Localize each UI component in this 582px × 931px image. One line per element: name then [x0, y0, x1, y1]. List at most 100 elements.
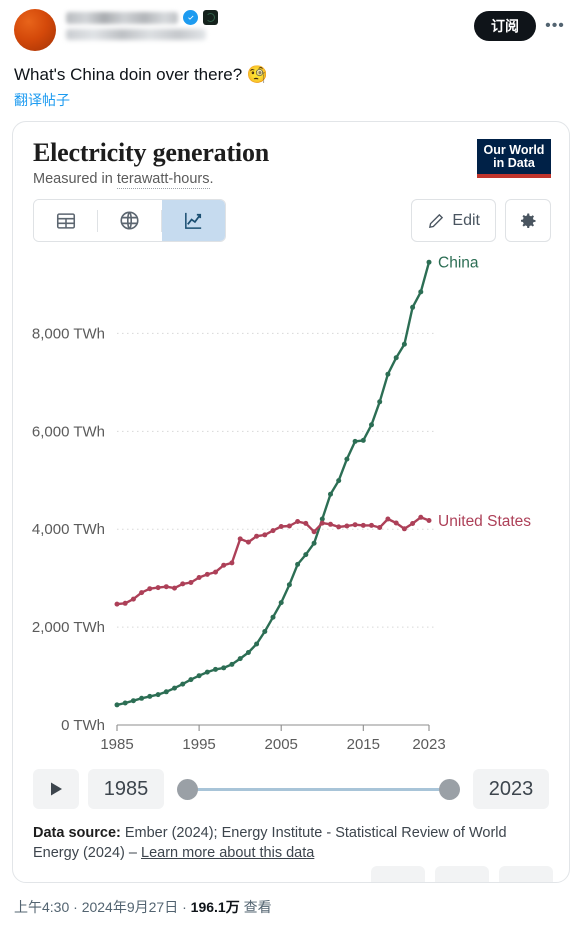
data-point[interactable] — [328, 491, 333, 497]
data-point[interactable] — [147, 586, 153, 592]
data-point[interactable] — [245, 650, 251, 655]
footer-ghost-button[interactable] — [371, 866, 425, 882]
series-label-china[interactable]: China — [438, 255, 479, 272]
data-point[interactable] — [139, 695, 145, 701]
more-options-icon[interactable]: ••• — [542, 13, 568, 39]
data-point[interactable] — [303, 520, 309, 526]
data-point[interactable] — [410, 304, 416, 310]
data-point[interactable] — [229, 661, 235, 667]
data-point[interactable] — [237, 656, 243, 662]
data-point[interactable] — [360, 437, 366, 443]
data-point[interactable] — [155, 585, 161, 591]
data-point[interactable] — [369, 522, 374, 528]
data-point[interactable] — [172, 585, 177, 591]
data-point[interactable] — [204, 669, 210, 675]
data-point[interactable] — [286, 523, 292, 529]
data-point[interactable] — [352, 438, 358, 444]
data-point[interactable] — [155, 692, 161, 698]
tab-chart[interactable] — [162, 200, 225, 241]
slider-handle-end[interactable] — [439, 778, 460, 800]
data-point[interactable] — [410, 521, 416, 526]
data-point[interactable] — [393, 355, 399, 361]
data-point[interactable] — [262, 629, 268, 634]
data-point[interactable] — [270, 614, 276, 620]
data-point[interactable] — [188, 677, 194, 683]
affiliate-badge-icon[interactable] — [203, 10, 218, 25]
translate-post-link[interactable]: 翻译帖子 — [0, 86, 84, 110]
data-point[interactable] — [122, 700, 128, 706]
data-point[interactable] — [245, 539, 251, 545]
data-point[interactable] — [254, 533, 260, 539]
subscribe-button[interactable]: 订阅 — [474, 11, 536, 41]
chart-plot-area[interactable]: 0 TWh 2,000 TWh 4,000 TWh 6,000 TWh 8,000 TW… — [13, 242, 569, 767]
owid-chart-card[interactable]: Electricity generation Measured in teraw… — [12, 121, 570, 883]
data-point[interactable] — [270, 528, 276, 534]
edit-button[interactable]: Edit — [411, 199, 496, 242]
data-point[interactable] — [401, 341, 407, 347]
tab-map[interactable] — [98, 200, 161, 241]
data-point[interactable] — [204, 571, 210, 577]
data-point[interactable] — [377, 399, 383, 405]
data-point[interactable] — [130, 596, 136, 602]
avatar[interactable] — [14, 9, 56, 51]
data-point[interactable] — [352, 522, 358, 528]
data-point[interactable] — [229, 560, 235, 566]
data-point[interactable] — [254, 641, 260, 647]
data-point[interactable] — [139, 590, 145, 596]
our-world-in-data-logo[interactable]: Our World in Data — [477, 139, 551, 178]
data-point[interactable] — [278, 600, 284, 606]
data-point[interactable] — [303, 552, 309, 558]
data-point[interactable] — [319, 520, 325, 526]
data-point[interactable] — [401, 526, 407, 532]
data-point[interactable] — [311, 529, 317, 535]
line-chart-svg[interactable]: 0 TWh 2,000 TWh 4,000 TWh 6,000 TWh 8,000 TW… — [13, 242, 570, 767]
footer-ghost-button[interactable] — [499, 866, 553, 882]
data-point[interactable] — [262, 532, 268, 538]
data-point[interactable] — [237, 536, 243, 542]
data-point[interactable] — [311, 540, 317, 546]
data-point[interactable] — [426, 518, 432, 523]
data-point[interactable] — [213, 569, 218, 575]
data-point[interactable] — [286, 582, 292, 588]
data-point[interactable] — [163, 689, 169, 695]
data-point[interactable] — [385, 516, 391, 522]
data-point[interactable] — [163, 584, 169, 590]
data-point[interactable] — [336, 478, 342, 484]
play-button[interactable] — [33, 769, 79, 809]
start-year-box[interactable]: 1985 — [88, 769, 164, 809]
slider-handle-start[interactable] — [177, 778, 198, 800]
data-point[interactable] — [172, 685, 177, 691]
data-point[interactable] — [344, 456, 350, 462]
data-point[interactable] — [393, 520, 399, 526]
data-point[interactable] — [221, 665, 227, 671]
data-point[interactable] — [221, 562, 227, 568]
data-point[interactable] — [295, 561, 301, 567]
data-point[interactable] — [336, 524, 342, 530]
chart-subtitle-term[interactable]: terawatt-hours — [116, 171, 210, 189]
learn-more-link[interactable]: Learn more about this data — [141, 845, 314, 861]
data-point[interactable] — [196, 673, 202, 679]
settings-button[interactable] — [505, 199, 551, 242]
series-label-united-states[interactable]: United States — [438, 513, 531, 530]
data-point[interactable] — [180, 681, 186, 687]
data-point[interactable] — [385, 371, 391, 377]
data-point[interactable] — [418, 289, 424, 295]
footer-ghost-button[interactable] — [435, 866, 489, 882]
data-point[interactable] — [426, 259, 432, 265]
data-point[interactable] — [295, 519, 301, 524]
time-range-slider[interactable] — [177, 778, 460, 800]
data-point[interactable] — [278, 524, 284, 529]
data-point[interactable] — [196, 575, 202, 580]
data-point[interactable] — [122, 600, 128, 606]
data-point[interactable] — [114, 601, 120, 607]
end-year-box[interactable]: 2023 — [473, 769, 549, 809]
data-point[interactable] — [418, 514, 424, 520]
data-point[interactable] — [114, 702, 120, 708]
data-point[interactable] — [147, 693, 153, 699]
data-point[interactable] — [328, 521, 333, 527]
data-point[interactable] — [188, 580, 194, 585]
data-point[interactable] — [360, 522, 366, 528]
data-point[interactable] — [130, 698, 136, 704]
data-point[interactable] — [344, 523, 350, 529]
data-point[interactable] — [369, 422, 374, 428]
